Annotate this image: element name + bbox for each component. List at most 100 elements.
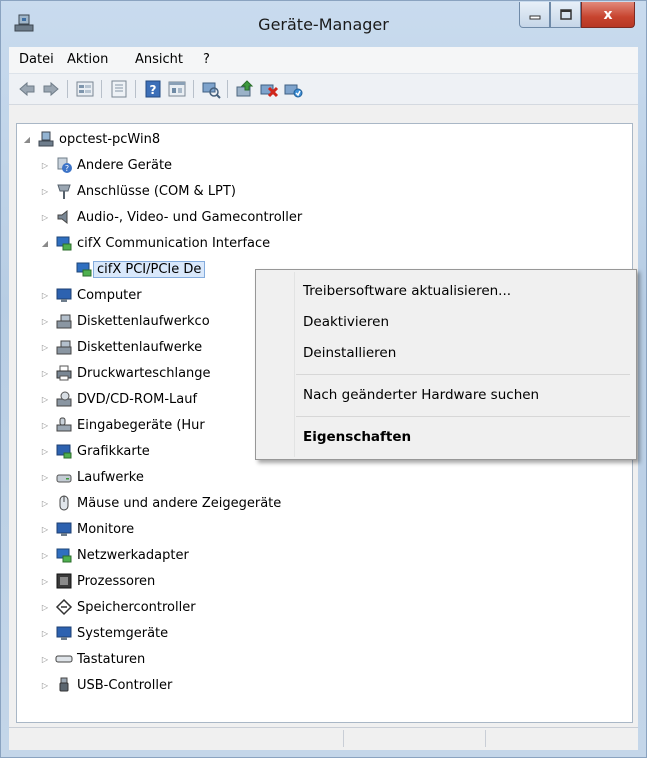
menu-item-update-driver[interactable]: Treibersoftware aktualisieren... bbox=[303, 283, 511, 299]
tree-item[interactable]: ▷ Speichercontroller bbox=[39, 596, 196, 618]
collapsed-arrow-icon[interactable]: ▷ bbox=[39, 289, 51, 301]
collapsed-arrow-icon[interactable]: ▷ bbox=[39, 627, 51, 639]
svg-text:?: ? bbox=[65, 164, 69, 173]
maximize-button[interactable] bbox=[550, 2, 581, 28]
back-icon[interactable] bbox=[17, 79, 37, 99]
tree-item[interactable]: ▷ Netzwerkadapter bbox=[39, 544, 189, 566]
enable-device-icon[interactable] bbox=[283, 79, 303, 99]
collapsed-arrow-icon[interactable]: ▷ bbox=[39, 185, 51, 197]
status-bar-divider bbox=[485, 730, 486, 747]
collapsed-arrow-icon[interactable]: ▷ bbox=[39, 575, 51, 587]
tree-item[interactable]: ▷ Monitore bbox=[39, 518, 134, 540]
printer-icon bbox=[56, 365, 72, 381]
unknown-device-icon: ? bbox=[57, 157, 72, 173]
title-bar[interactable]: Geräte-Manager x bbox=[1, 1, 646, 47]
forward-icon[interactable] bbox=[41, 79, 61, 99]
maximize-icon bbox=[559, 9, 572, 20]
expanded-arrow-icon[interactable]: ◢ bbox=[21, 133, 33, 145]
collapsed-arrow-icon[interactable]: ▷ bbox=[39, 419, 51, 431]
network-device-icon bbox=[76, 262, 92, 277]
tree-item-label: DVD/CD-ROM-Lauf bbox=[77, 391, 198, 407]
tree-item-label: Tastaturen bbox=[77, 651, 146, 667]
tree-item-label: cifX Communication Interface bbox=[77, 235, 271, 251]
toolbar: ? bbox=[9, 74, 638, 105]
tree-item[interactable]: ▷ Eingabegeräte (Hur bbox=[39, 414, 205, 436]
tree-item[interactable]: ▷ Laufwerke bbox=[39, 466, 144, 488]
menu-item-scan-hardware[interactable]: Nach geänderter Hardware suchen bbox=[303, 387, 539, 403]
tree-item-label: Prozessoren bbox=[77, 573, 156, 589]
menu-separator bbox=[296, 416, 630, 417]
collapsed-arrow-icon[interactable]: ▷ bbox=[39, 367, 51, 379]
tree-item[interactable]: ▷ Systemgeräte bbox=[39, 622, 168, 644]
collapsed-arrow-icon[interactable]: ▷ bbox=[39, 497, 51, 509]
window-frame: Geräte-Manager x Datei Aktion Ansicht ? … bbox=[0, 0, 647, 758]
tree-item-label: Mäuse und andere Zeigegeräte bbox=[77, 495, 282, 511]
tree-root-label: opctest-pcWin8 bbox=[59, 131, 161, 147]
tree-item[interactable]: ▷ USB-Controller bbox=[39, 674, 172, 696]
storage-controller-icon bbox=[55, 598, 73, 616]
menu-aktion[interactable]: Aktion bbox=[67, 52, 108, 67]
collapsed-arrow-icon[interactable]: ▷ bbox=[39, 315, 51, 327]
uninstall-icon[interactable] bbox=[259, 79, 279, 99]
tree-item[interactable]: ▷ Tastaturen bbox=[39, 648, 145, 670]
tree-item[interactable]: ▷ Mäuse und andere Zeigegeräte bbox=[39, 492, 281, 514]
tree-root[interactable]: ◢ opctest-pcWin8 bbox=[21, 128, 160, 150]
tree-item[interactable]: ▷ Audio-, Video- und Gamecontroller bbox=[39, 206, 302, 228]
port-connector-icon bbox=[57, 184, 71, 199]
tree-item[interactable]: ▷ Computer bbox=[39, 284, 142, 306]
tree-item[interactable]: ▷ ? Andere Geräte bbox=[39, 154, 172, 176]
collapsed-arrow-icon[interactable]: ▷ bbox=[39, 211, 51, 223]
display-adapter-icon bbox=[56, 444, 72, 459]
network-device-icon bbox=[56, 236, 72, 251]
resources-icon[interactable] bbox=[167, 79, 187, 99]
context-menu-gutter bbox=[294, 272, 295, 457]
computer-host-icon bbox=[38, 131, 54, 147]
menu-item-uninstall[interactable]: Deinstallieren bbox=[303, 345, 396, 361]
collapsed-arrow-icon[interactable]: ▷ bbox=[39, 549, 51, 561]
menu-datei[interactable]: Datei bbox=[19, 52, 54, 67]
console-tree-icon[interactable] bbox=[109, 79, 129, 99]
floppy-controller-icon bbox=[56, 314, 72, 329]
tree-item-label: Andere Geräte bbox=[77, 157, 173, 173]
computer-icon bbox=[56, 288, 72, 302]
expanded-arrow-icon[interactable]: ◢ bbox=[39, 237, 51, 249]
collapsed-arrow-icon[interactable]: ▷ bbox=[39, 471, 51, 483]
scan-hardware-icon[interactable] bbox=[201, 79, 221, 99]
minimize-button[interactable] bbox=[519, 2, 550, 28]
tree-item[interactable]: ▷ DVD/CD-ROM-Lauf bbox=[39, 388, 197, 410]
properties-grid-icon[interactable] bbox=[75, 79, 95, 99]
tree-item-label: Laufwerke bbox=[77, 469, 144, 485]
mouse-icon bbox=[59, 495, 69, 511]
toolbar-separator bbox=[227, 80, 228, 98]
minimize-icon bbox=[529, 15, 540, 19]
collapsed-arrow-icon[interactable]: ▷ bbox=[39, 653, 51, 665]
tree-item[interactable]: ▷ Diskettenlaufwerke bbox=[39, 336, 202, 358]
tree-item[interactable]: ◢ cifX Communication Interface bbox=[39, 232, 270, 254]
system-device-icon bbox=[56, 626, 72, 640]
menu-item-properties[interactable]: Eigenschaften bbox=[303, 429, 411, 445]
update-driver-icon[interactable] bbox=[235, 79, 255, 99]
close-icon: x bbox=[603, 6, 613, 23]
collapsed-arrow-icon[interactable]: ▷ bbox=[39, 159, 51, 171]
tree-item[interactable]: ▷ Prozessoren bbox=[39, 570, 155, 592]
network-adapter-icon bbox=[56, 548, 72, 563]
menu-ansicht[interactable]: Ansicht bbox=[135, 52, 183, 67]
dvd-drive-icon bbox=[56, 391, 72, 407]
collapsed-arrow-icon[interactable]: ▷ bbox=[39, 523, 51, 535]
collapsed-arrow-icon[interactable]: ▷ bbox=[39, 341, 51, 353]
tree-item-selected[interactable]: cifX PCI/PCIe De bbox=[59, 258, 206, 280]
tree-item[interactable]: ▷ Anschlüsse (COM & LPT) bbox=[39, 180, 236, 202]
collapsed-arrow-icon[interactable]: ▷ bbox=[39, 679, 51, 691]
collapsed-arrow-icon[interactable]: ▷ bbox=[39, 601, 51, 613]
speaker-icon bbox=[57, 209, 68, 225]
tree-item-label: USB-Controller bbox=[77, 677, 173, 693]
help-icon[interactable]: ? bbox=[143, 79, 163, 99]
menu-help[interactable]: ? bbox=[203, 52, 210, 67]
tree-item[interactable]: ▷ Grafikkarte bbox=[39, 440, 150, 462]
tree-item[interactable]: ▷ Druckwarteschlange bbox=[39, 362, 211, 384]
collapsed-arrow-icon[interactable]: ▷ bbox=[39, 393, 51, 405]
close-button[interactable]: x bbox=[581, 2, 635, 28]
collapsed-arrow-icon[interactable]: ▷ bbox=[39, 445, 51, 457]
menu-item-disable[interactable]: Deaktivieren bbox=[303, 314, 389, 330]
tree-item[interactable]: ▷ Diskettenlaufwerkco bbox=[39, 310, 210, 332]
